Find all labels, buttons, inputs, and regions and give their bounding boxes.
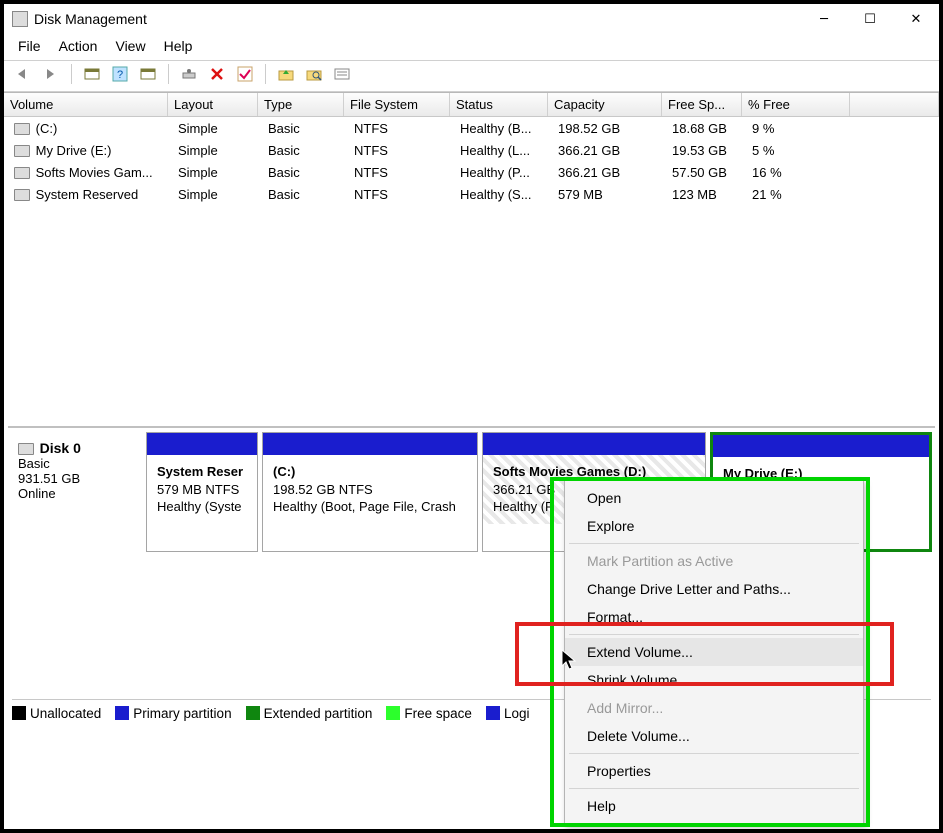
legend-free: Free space — [404, 706, 472, 721]
col-status[interactable]: Status — [450, 93, 548, 116]
table-row[interactable]: System ReservedSimpleBasicNTFSHealthy (S… — [4, 183, 939, 205]
context-menu: Open Explore Mark Partition as Active Ch… — [564, 479, 864, 825]
drive-icon — [14, 145, 30, 157]
ctx-properties[interactable]: Properties — [565, 757, 863, 785]
window-title: Disk Management — [34, 11, 147, 27]
menu-help[interactable]: Help — [164, 38, 193, 54]
window: Disk Management ─ ☐ ✕ File Action View H… — [4, 4, 939, 829]
titlebar: Disk Management ─ ☐ ✕ — [4, 4, 939, 34]
part-status: Healthy (P — [493, 499, 554, 514]
col-type[interactable]: Type — [258, 93, 344, 116]
part-status: Healthy (Syste — [157, 499, 242, 514]
ctx-change-letter[interactable]: Change Drive Letter and Paths... — [565, 575, 863, 603]
col-filesystem[interactable]: File System — [344, 93, 450, 116]
legend-extended: Extended partition — [264, 706, 373, 721]
ctx-mark-active: Mark Partition as Active — [565, 547, 863, 575]
drive-icon — [14, 123, 30, 135]
settings-icon[interactable] — [178, 63, 200, 85]
disk-info[interactable]: Disk 0 Basic 931.51 GB Online — [8, 432, 146, 552]
help-icon[interactable]: ? — [109, 63, 131, 85]
legend-logical: Logi — [504, 706, 530, 721]
ctx-help[interactable]: Help — [565, 792, 863, 820]
col-capacity[interactable]: Capacity — [548, 93, 662, 116]
part-title: Softs Movies Games (D:) — [493, 464, 646, 479]
part-title: (C:) — [273, 464, 295, 479]
col-volume[interactable]: Volume — [4, 93, 168, 116]
ctx-open[interactable]: Open — [565, 484, 863, 512]
svg-text:?: ? — [117, 69, 123, 81]
check-icon[interactable] — [234, 63, 256, 85]
disk-icon — [18, 443, 34, 455]
menubar: File Action View Help — [4, 34, 939, 60]
minimize-button[interactable]: ─ — [801, 5, 847, 33]
menu-view[interactable]: View — [115, 38, 145, 54]
toolbar: ? — [4, 61, 939, 91]
back-icon[interactable] — [12, 63, 34, 85]
ctx-delete-volume[interactable]: Delete Volume... — [565, 722, 863, 750]
part-size: 579 MB NTFS — [157, 482, 239, 497]
col-layout[interactable]: Layout — [168, 93, 258, 116]
ctx-format[interactable]: Format... — [565, 603, 863, 631]
folder-up-icon[interactable] — [275, 63, 297, 85]
legend-primary: Primary partition — [133, 706, 231, 721]
details2-icon[interactable] — [81, 63, 103, 85]
forward-icon[interactable] — [40, 63, 62, 85]
partition-c[interactable]: (C:) 198.52 GB NTFS Healthy (Boot, Page … — [262, 432, 478, 552]
maximize-button[interactable]: ☐ — [847, 5, 893, 33]
table-row[interactable]: Softs Movies Gam...SimpleBasicNTFSHealth… — [4, 161, 939, 183]
disk-name: Disk 0 — [40, 440, 81, 456]
menu-action[interactable]: Action — [59, 38, 98, 54]
ctx-extend-volume[interactable]: Extend Volume... — [565, 638, 863, 666]
part-size: 366.21 GB — [493, 482, 555, 497]
col-free[interactable]: Free Sp... — [662, 93, 742, 116]
app-icon — [12, 11, 28, 27]
drive-icon — [14, 189, 30, 201]
ctx-add-mirror: Add Mirror... — [565, 694, 863, 722]
legend-unallocated: Unallocated — [30, 706, 101, 721]
col-pctfree[interactable]: % Free — [742, 93, 850, 116]
close-button[interactable]: ✕ — [893, 5, 939, 33]
partition-system-reserved[interactable]: System Reser 579 MB NTFS Healthy (Syste — [146, 432, 258, 552]
table-header: Volume Layout Type File System Status Ca… — [4, 93, 939, 117]
part-size: 198.52 GB NTFS — [273, 482, 373, 497]
disk-size: 931.51 GB — [18, 471, 80, 486]
table-row[interactable]: My Drive (E:)SimpleBasicNTFSHealthy (L..… — [4, 139, 939, 161]
disk-type: Basic — [18, 456, 50, 471]
part-status: Healthy (Boot, Page File, Crash — [273, 499, 456, 514]
menu-file[interactable]: File — [18, 38, 41, 54]
ctx-shrink-volume[interactable]: Shrink Volume... — [565, 666, 863, 694]
search-folder-icon[interactable] — [303, 63, 325, 85]
part-title: System Reser — [157, 464, 243, 479]
volume-table: Volume Layout Type File System Status Ca… — [4, 92, 939, 205]
list-icon[interactable] — [331, 63, 353, 85]
disk-state: Online — [18, 486, 56, 501]
details-icon[interactable] — [137, 63, 159, 85]
drive-icon — [14, 167, 30, 179]
table-row[interactable]: (C:)SimpleBasicNTFSHealthy (B...198.52 G… — [4, 117, 939, 139]
delete-icon[interactable] — [206, 63, 228, 85]
ctx-explore[interactable]: Explore — [565, 512, 863, 540]
